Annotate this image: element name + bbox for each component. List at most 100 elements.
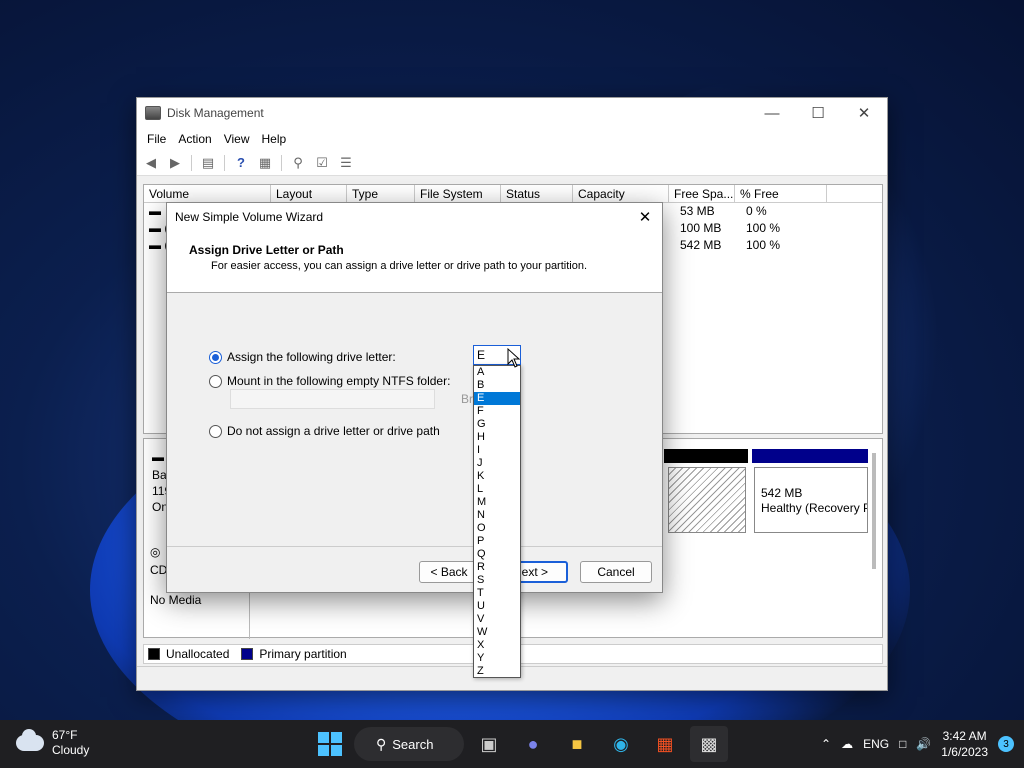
wizard-title-bar[interactable]: New Simple Volume Wizard ✕ <box>167 203 662 231</box>
drive-letter-option[interactable]: P <box>474 535 520 548</box>
partition-header-bar <box>664 449 748 463</box>
drive-letter-option[interactable]: F <box>474 405 520 418</box>
selected-partition[interactable] <box>668 467 746 533</box>
toolbar: ◀ ▶ ▤ ? ▦ ⚲ ☑ ☰ <box>137 150 887 176</box>
store-icon[interactable]: ▦ <box>646 726 684 762</box>
percent-free-cell: 100 % <box>746 238 781 252</box>
connect-icon[interactable]: ⚲ <box>288 154 308 172</box>
wizard-heading: Assign Drive Letter or Path <box>189 243 344 257</box>
display-icon[interactable]: □ <box>899 737 906 751</box>
search-button[interactable]: ⚲ Search <box>354 727 464 761</box>
legend-primary: Primary partition <box>259 647 347 661</box>
wizard-header: Assign Drive Letter or Path For easier a… <box>167 231 662 293</box>
drive-letter-option[interactable]: Z <box>474 665 520 678</box>
back-arrow-icon[interactable]: ◀ <box>141 154 161 172</box>
col-type[interactable]: Type <box>347 185 415 202</box>
start-button[interactable] <box>312 726 348 762</box>
disk-management-taskbar-icon[interactable]: ▩ <box>690 726 728 762</box>
settings-list-icon[interactable]: ☰ <box>336 154 356 172</box>
checklist-icon[interactable]: ☑ <box>312 154 332 172</box>
notification-badge[interactable]: 3 <box>998 736 1014 752</box>
volume-icon[interactable]: 🔊 <box>916 737 931 751</box>
drive-letter-option[interactable]: Y <box>474 652 520 665</box>
col-free-space[interactable]: Free Spa... <box>669 185 735 202</box>
free-space-cell: 542 MB <box>680 238 722 252</box>
partition-header-bar <box>752 449 868 463</box>
clock[interactable]: 3:42 AM 1/6/2023 <box>941 728 988 760</box>
file-explorer-icon[interactable]: ■ <box>558 726 596 762</box>
search-icon: ⚲ <box>376 735 387 752</box>
task-view-icon[interactable]: ▣ <box>470 726 508 762</box>
assign-letter-label: Assign the following drive letter: <box>227 350 396 364</box>
cloud-icon <box>16 729 44 751</box>
no-letter-option[interactable]: Do not assign a drive letter or drive pa… <box>209 424 440 438</box>
recovery-status: Healthy (Recovery P <box>761 501 868 515</box>
close-button[interactable]: ✕ <box>841 98 887 128</box>
language-indicator[interactable]: ENG <box>863 737 889 751</box>
properties-icon[interactable]: ▦ <box>255 154 275 172</box>
drive-letter-option[interactable]: G <box>474 418 520 431</box>
no-letter-radio[interactable] <box>209 424 222 438</box>
menu-file[interactable]: File <box>141 132 172 146</box>
menu-bar: File Action View Help <box>137 128 887 150</box>
edge-icon[interactable]: ◉ <box>602 726 640 762</box>
cancel-button[interactable]: Cancel <box>580 561 652 583</box>
minimize-button[interactable]: — <box>749 98 795 128</box>
chat-icon[interactable]: ● <box>514 726 552 762</box>
wizard-footer: < Back ext > Cancel <box>167 546 662 592</box>
menu-help[interactable]: Help <box>256 132 293 146</box>
weather-widget[interactable]: 67°F Cloudy <box>16 728 89 758</box>
window-title: Disk Management <box>167 106 264 120</box>
drive-letter-option[interactable]: S <box>474 574 520 587</box>
drive-letter-option[interactable]: L <box>474 483 520 496</box>
network-off-icon[interactable]: ☁ <box>841 737 853 751</box>
col-layout[interactable]: Layout <box>271 185 347 202</box>
taskbar-apps: ⚲ Search ▣ ● ■ ◉ ▦ ▩ <box>312 726 728 762</box>
col-status[interactable]: Status <box>501 185 573 202</box>
drive-letter-option[interactable]: B <box>474 379 520 392</box>
toolbar-separator <box>224 154 225 171</box>
recovery-partition[interactable]: 542 MB Healthy (Recovery P <box>754 467 868 533</box>
title-bar[interactable]: Disk Management — ☐ ✕ <box>137 98 887 128</box>
clock-time: 3:42 AM <box>942 729 987 743</box>
menu-view[interactable]: View <box>218 132 256 146</box>
wizard-close-icon[interactable]: ✕ <box>634 206 656 228</box>
vertical-scrollbar[interactable] <box>872 453 876 569</box>
drive-letter-option[interactable]: Q <box>474 548 520 561</box>
primary-swatch <box>241 648 254 660</box>
drive-letter-option[interactable]: E <box>474 392 520 405</box>
free-space-cell: 53 MB <box>680 204 715 218</box>
wizard-subheading: For easier access, you can assign a driv… <box>211 260 588 272</box>
drive-letter-option[interactable]: U <box>474 600 520 613</box>
menu-action[interactable]: Action <box>172 132 217 146</box>
drive-letter-option[interactable]: X <box>474 639 520 652</box>
taskbar: 67°F Cloudy ⚲ Search ▣ ● ■ ◉ ▦ ▩ ⌃ ☁ ENG… <box>0 720 1024 768</box>
drive-letter-option[interactable]: O <box>474 522 520 535</box>
chevron-up-icon[interactable]: ⌃ <box>821 737 831 751</box>
col-capacity[interactable]: Capacity <box>573 185 669 202</box>
forward-arrow-icon[interactable]: ▶ <box>165 154 185 172</box>
drive-letter-option[interactable]: T <box>474 587 520 600</box>
col-volume[interactable]: Volume <box>144 185 271 202</box>
drive-letter-option[interactable]: I <box>474 444 520 457</box>
maximize-button[interactable]: ☐ <box>795 98 841 128</box>
drive-letter-option[interactable]: V <box>474 613 520 626</box>
drive-letter-option[interactable]: M <box>474 496 520 509</box>
assign-letter-radio[interactable] <box>209 350 222 364</box>
temperature: 67°F <box>52 728 78 742</box>
drive-letter-option[interactable]: H <box>474 431 520 444</box>
legend-unallocated: Unallocated <box>166 647 230 661</box>
drive-letter-option[interactable]: J <box>474 457 520 470</box>
drive-letter-option[interactable]: W <box>474 626 520 639</box>
help-icon[interactable]: ? <box>231 154 251 172</box>
drive-letter-option[interactable]: R <box>474 561 520 574</box>
mount-folder-option[interactable]: Mount in the following empty NTFS folder… <box>209 374 450 388</box>
drive-letter-option[interactable]: N <box>474 509 520 522</box>
mount-folder-radio[interactable] <box>209 374 222 388</box>
back-button[interactable]: < Back <box>419 561 479 583</box>
show-hide-tree-icon[interactable]: ▤ <box>198 154 218 172</box>
col-percent-free[interactable]: % Free <box>735 185 827 202</box>
drive-letter-option[interactable]: K <box>474 470 520 483</box>
col-file-system[interactable]: File System <box>415 185 501 202</box>
assign-letter-option[interactable]: Assign the following drive letter: <box>209 350 396 364</box>
